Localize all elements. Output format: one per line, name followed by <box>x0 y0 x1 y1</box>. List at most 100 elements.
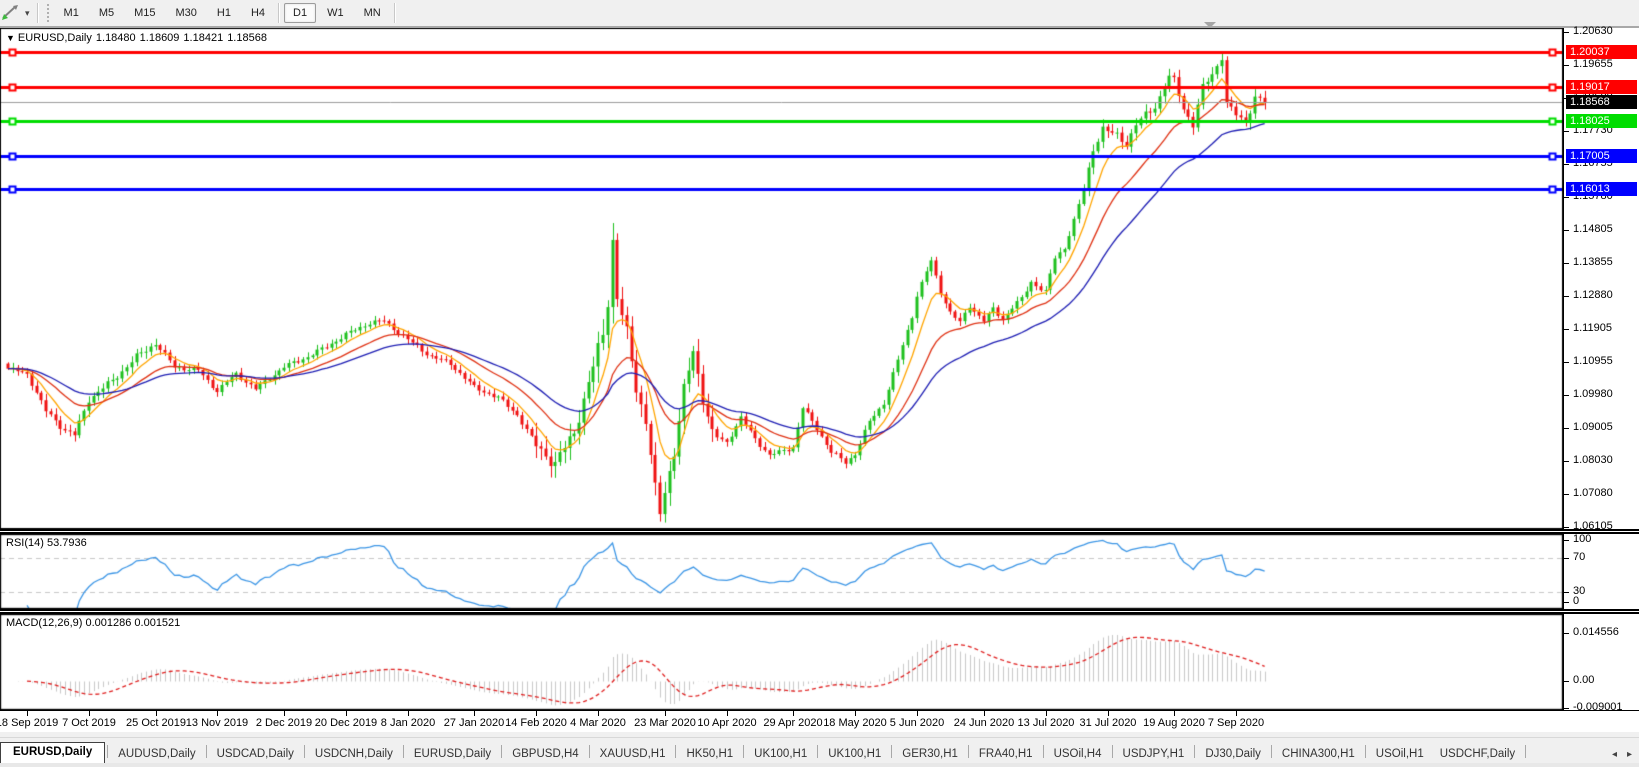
time-tick <box>1174 711 1175 716</box>
time-tick <box>217 711 218 716</box>
price-tick <box>1564 197 1569 198</box>
macd-tick-label: -0.009001 <box>1573 701 1623 713</box>
hline-price-flag: 1.18025 <box>1566 114 1637 128</box>
toolbar: ▾ M1 M5 M15 M30 H1 H4 D1 W1 MN <box>0 0 1639 28</box>
chart-tab-china300-h1[interactable]: CHINA300,H1 <box>1274 745 1363 764</box>
timeframe-button-h4[interactable]: H4 <box>242 3 274 23</box>
tab-separator <box>967 745 969 758</box>
time-tick <box>474 711 475 716</box>
toolbar-separator <box>393 3 396 23</box>
macd-tick-label: 0.014556 <box>1573 626 1619 638</box>
hline-price-flag: 1.16013 <box>1566 182 1637 196</box>
tab-separator <box>1364 745 1366 758</box>
chart-title-caret-icon[interactable]: ▼ <box>6 33 15 43</box>
chart-tab-hk50-h1[interactable]: HK50,H1 <box>678 745 741 764</box>
chart-tab-gbpusd-h4[interactable]: GBPUSD,H4 <box>504 745 586 764</box>
price-chart-canvas[interactable] <box>0 28 1563 529</box>
tab-separator <box>1194 745 1196 758</box>
price-tick <box>1564 131 1569 132</box>
chart-tab-dj30-daily[interactable]: DJ30,Daily <box>1197 745 1269 764</box>
price-tick <box>1564 428 1569 429</box>
price-tick-label: 1.06105 <box>1573 520 1613 532</box>
price-tick <box>1564 263 1569 264</box>
tab-scroll-right-icon[interactable]: ▸ <box>1622 749 1637 760</box>
price-tick-label: 1.11905 <box>1573 322 1612 334</box>
toolbar-dropdown-caret-icon[interactable]: ▾ <box>21 8 34 19</box>
tab-separator <box>675 745 677 758</box>
hline-price-flag: 1.19017 <box>1566 80 1637 94</box>
timeframe-button-m30[interactable]: M30 <box>167 3 206 23</box>
macd-tick-label: 0.00 <box>1573 674 1595 686</box>
macd-tick <box>1564 708 1569 709</box>
time-tick <box>793 711 794 716</box>
time-tick <box>89 711 90 716</box>
price-tick-label: 1.08030 <box>1573 454 1613 466</box>
price-tick <box>1564 164 1569 165</box>
chart-tab-usdchf-daily[interactable]: USDCHF,Daily <box>1432 745 1523 764</box>
time-tick <box>284 711 285 716</box>
chart-title-symbol: EURUSD,Daily <box>17 32 92 44</box>
rsi-tick-label: 70 <box>1573 551 1586 563</box>
price-tick-label: 1.10955 <box>1573 355 1613 367</box>
timeframe-button-m1[interactable]: M1 <box>55 3 88 23</box>
toolbar-drag-grip[interactable] <box>45 3 50 23</box>
time-tick <box>536 711 537 716</box>
rsi-label: RSI(14) 53.7936 <box>6 537 87 549</box>
toolbar-separator <box>36 3 39 23</box>
rsi-canvas[interactable] <box>0 534 1563 609</box>
timeframe-button-mn[interactable]: MN <box>355 3 390 23</box>
chart-title-high: 1.18609 <box>139 32 180 44</box>
rsi-tick-label: 100 <box>1573 533 1592 545</box>
price-tick <box>1564 494 1569 495</box>
rsi-tick <box>1564 602 1569 603</box>
chart-tab-uk100-h1[interactable]: UK100,H1 <box>746 745 815 764</box>
timeframe-button-h1[interactable]: H1 <box>208 3 240 23</box>
time-tick <box>1046 711 1047 716</box>
chart-tab-usoil-h4[interactable]: USOil,H4 <box>1046 745 1110 764</box>
mt4-window: ▾ M1 M5 M15 M30 H1 H4 D1 W1 MN ▼ EURUSD,Daily 1.18… <box>0 0 1639 767</box>
rsi-axis[interactable]: 100 70 30 0 <box>1563 533 1639 609</box>
timeframe-button-m5[interactable]: M5 <box>90 3 123 23</box>
price-tick-label: 1.12880 <box>1573 289 1613 301</box>
price-tick-label: 1.09980 <box>1573 388 1613 400</box>
tab-separator <box>891 745 893 758</box>
rsi-tick <box>1564 592 1569 593</box>
chart-tab-xauusd-h1[interactable]: XAUUSD,H1 <box>592 745 674 764</box>
chart-tab-usdcad-daily[interactable]: USDCAD,Daily <box>209 745 302 764</box>
macd-panel: MACD(12,26,9) 0.001286 0.001521 0.014556… <box>0 614 1639 713</box>
chart-tab-fra40-h1[interactable]: FRA40,H1 <box>971 745 1041 764</box>
current-price-flag: 1.18568 <box>1566 95 1637 109</box>
tab-separator <box>1270 745 1272 758</box>
time-tick <box>727 711 728 716</box>
tab-separator <box>501 745 503 758</box>
chart-tab-audusd-daily[interactable]: AUDUSD,Daily <box>110 745 203 764</box>
time-tick <box>346 711 347 716</box>
tab-separator <box>1111 745 1113 758</box>
rsi-panel: RSI(14) 53.7936 100 70 30 0 <box>0 533 1639 609</box>
timeframe-button-group: M1 M5 M15 M30 H1 H4 D1 W1 MN <box>54 3 399 23</box>
time-axis[interactable]: 18 Sep 2019 7 Oct 2019 25 Oct 2019 13 Nov 2… <box>0 710 1639 732</box>
toolbar-separator <box>278 3 281 23</box>
timeframe-button-m15[interactable]: M15 <box>125 3 164 23</box>
price-tick-label: 1.13855 <box>1573 256 1613 268</box>
tab-scroll-left-icon[interactable]: ◂ <box>1607 749 1622 760</box>
chart-tab-eurusd-daily[interactable]: EURUSD,Daily <box>406 745 499 764</box>
tab-separator <box>1525 745 1527 758</box>
chart-tab-uk100-h1[interactable]: UK100,H1 <box>820 745 889 764</box>
chart-tab-usdjpy-h1[interactable]: USDJPY,H1 <box>1115 745 1193 764</box>
crosshair-tool-icon[interactable] <box>1 4 21 22</box>
chart-tab-usdcnh-daily[interactable]: USDCNH,Daily <box>307 745 401 764</box>
macd-axis[interactable]: 0.014556 0.00 -0.009001 <box>1563 614 1639 713</box>
chart-tab-eurusd-daily[interactable]: EURUSD,Daily <box>0 742 106 764</box>
price-axis[interactable]: 1.206301.196551.186801.177301.167551.157… <box>1563 25 1639 532</box>
macd-tick <box>1564 633 1569 634</box>
rsi-tick-label: 0 <box>1573 595 1580 607</box>
chart-tab-usoil-h1[interactable]: USOil,H1 <box>1368 745 1432 764</box>
timeframe-button-d1[interactable]: D1 <box>284 3 317 23</box>
timeframe-button-w1[interactable]: W1 <box>318 3 353 23</box>
macd-canvas[interactable] <box>0 614 1563 710</box>
tab-separator <box>588 745 590 758</box>
chart-title: ▼ EURUSD,Daily 1.18480 1.18609 1.18421 1.1856… <box>6 32 271 44</box>
time-label: 7 Sep 2020 <box>1207 717 1265 729</box>
chart-tab-ger30-h1[interactable]: GER30,H1 <box>894 745 966 764</box>
